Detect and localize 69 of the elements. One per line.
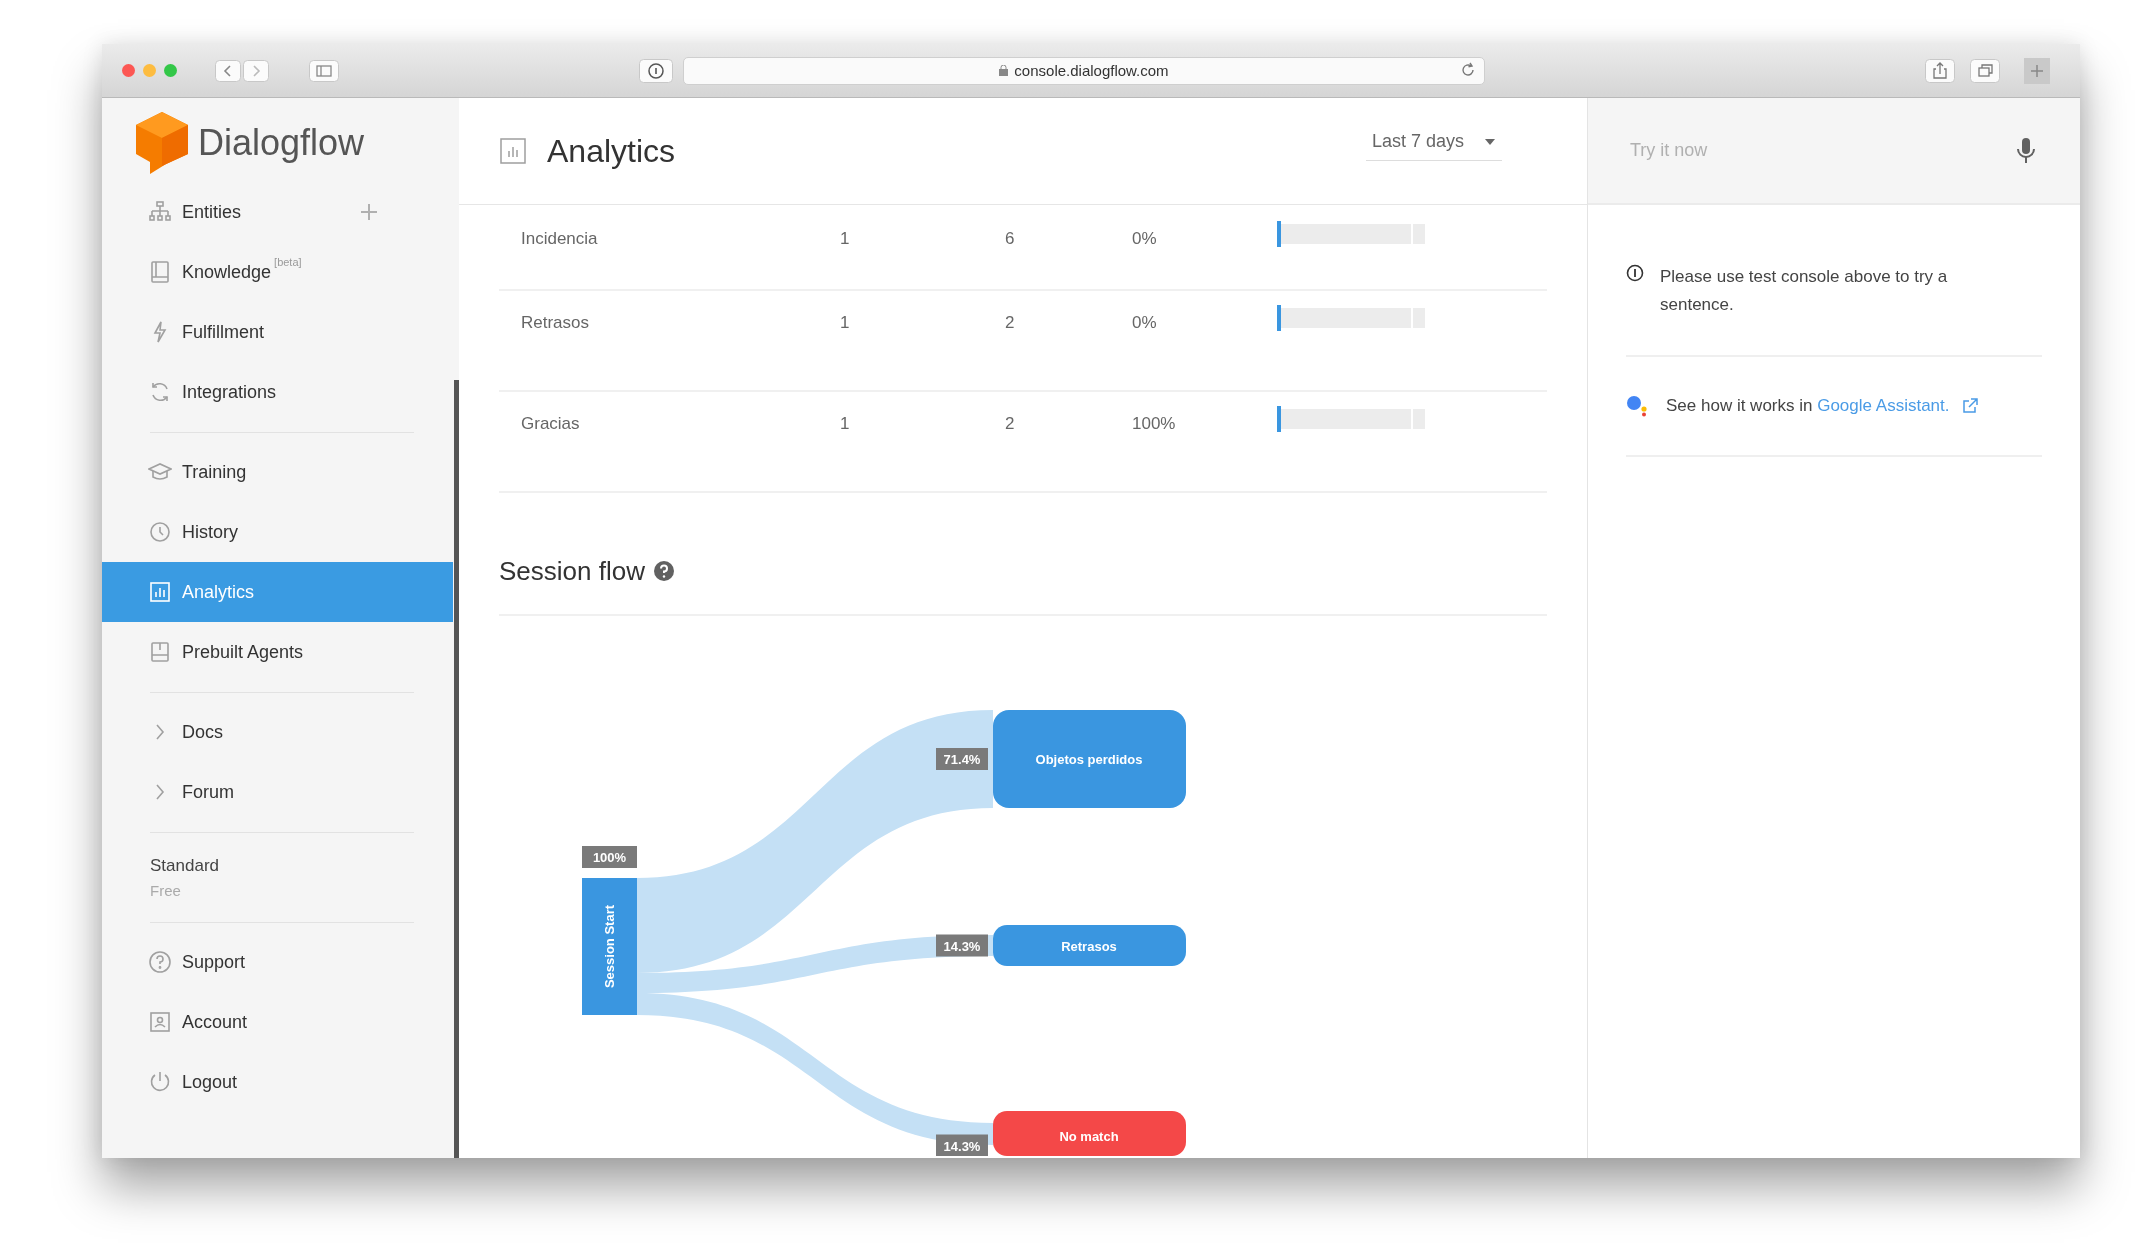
table-cell-text: 2 <box>1005 414 1016 434</box>
logo-text: Dialogflow <box>198 122 365 164</box>
test-input-field[interactable]: Try it now <box>1628 139 2017 162</box>
tabs-icon[interactable] <box>1970 58 2000 83</box>
nav-item[interactable]: Training <box>102 442 453 502</box>
caret-icon <box>1484 137 1496 146</box>
table-cell-text: 2 <box>1005 313 1016 333</box>
share-label: 71.4% <box>936 748 988 770</box>
section-title: Session flow <box>499 555 645 587</box>
info-icon <box>1626 264 1644 282</box>
reload-icon[interactable] <box>1460 61 1476 78</box>
zoom-window-icon[interactable] <box>164 64 177 77</box>
nav-item[interactable]: History <box>102 502 453 562</box>
page-title: Analytics <box>547 132 677 170</box>
person-icon <box>148 1010 172 1034</box>
table-cell-text: 1 <box>840 414 851 434</box>
info-message: Please use test console above to try a sentence. <box>1660 266 1949 316</box>
assistant-message: See how it works in Google Assistant. <box>1666 396 1950 416</box>
bar-chart-icon <box>148 580 172 604</box>
info-icon[interactable] <box>639 58 673 83</box>
power-icon <box>148 1070 172 1094</box>
book-icon <box>148 260 172 284</box>
table-cell-text: Retrasos <box>520 313 591 333</box>
back-icon[interactable] <box>215 59 241 82</box>
forward-icon[interactable] <box>243 59 269 82</box>
bar-chart-icon <box>499 137 527 165</box>
assistant-dots-icon <box>1626 395 1650 417</box>
share-label: 14.3% <box>936 1134 988 1156</box>
scrollbar-thumb[interactable] <box>454 380 459 1158</box>
table-cell-text: 0% <box>1132 229 1158 249</box>
external-link-icon[interactable] <box>1961 398 1978 414</box>
address-bar[interactable]: console.dialogflow.com <box>683 56 1485 85</box>
minimize-window-icon[interactable] <box>143 64 156 77</box>
cube-logo-icon <box>136 112 188 174</box>
table-cell-text: Incidencia <box>520 229 599 249</box>
nav-item[interactable]: Prebuilt Agents <box>102 622 453 682</box>
plan-name: Standard <box>150 855 220 876</box>
table-cell-text: Gracias <box>520 414 581 434</box>
new-tab-icon[interactable] <box>2024 57 2050 84</box>
help-icon[interactable] <box>652 560 675 582</box>
table-cell-text: 0% <box>1132 313 1158 333</box>
table-cell-text: 6 <box>1005 229 1016 249</box>
plan-level-label: Free <box>150 881 182 899</box>
nav-item[interactable]: Logout <box>102 1052 453 1112</box>
share-label: 100% <box>582 846 637 868</box>
hierarchy-icon <box>148 200 172 224</box>
close-window-icon[interactable] <box>122 64 135 77</box>
intent-node[interactable]: No match <box>993 1111 1186 1156</box>
sidebar-toggle-icon[interactable] <box>309 59 339 82</box>
add-icon[interactable] <box>360 203 378 221</box>
nav-item[interactable]: Integrations <box>102 362 453 422</box>
microphone-icon[interactable] <box>2017 137 2035 164</box>
table-cell-text: 100% <box>1132 414 1177 434</box>
date-range-dropdown[interactable]: Last 7 days <box>1365 127 1502 161</box>
table-cell-text: 1 <box>840 229 851 249</box>
nav-item[interactable]: Support <box>102 932 453 992</box>
nav-item[interactable]: Docs <box>102 702 453 762</box>
document-icon <box>148 640 172 664</box>
beta-label: [beta] <box>274 256 302 268</box>
nav-item[interactable]: Account <box>102 992 453 1052</box>
nav-item[interactable]: Fulfillment <box>102 302 453 362</box>
nav-item[interactable]: Entities <box>102 182 453 242</box>
table-cell-text: 1 <box>840 313 851 333</box>
share-icon[interactable] <box>1925 58 1955 83</box>
nav-item[interactable]: Forum <box>102 762 453 822</box>
help-icon <box>148 950 172 974</box>
clock-icon <box>148 520 172 544</box>
share-label: 14.3% <box>936 934 988 957</box>
lock-icon <box>999 65 1009 76</box>
